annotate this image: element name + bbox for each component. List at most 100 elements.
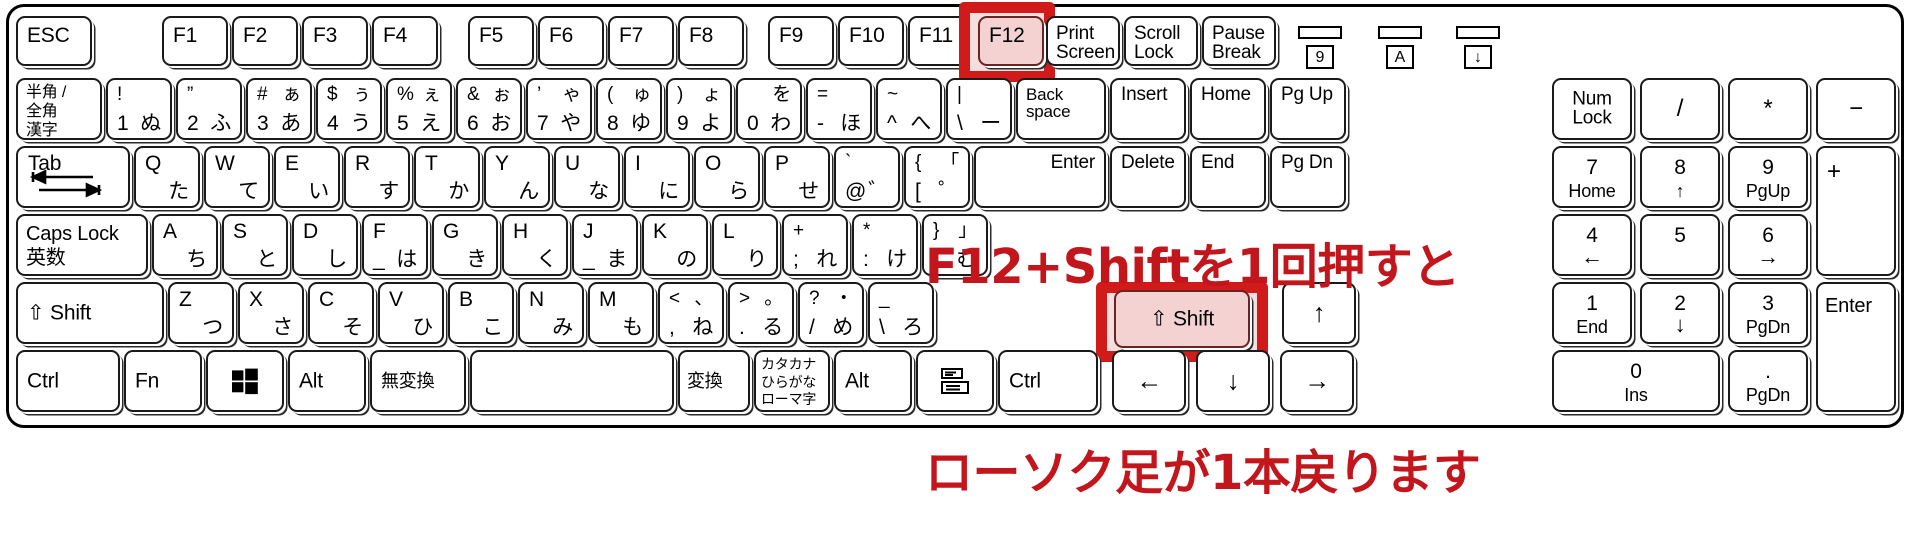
key-numpad-8-digit: 8 xyxy=(1674,156,1686,179)
key-num-lock[interactable]: Num Lock xyxy=(1552,78,1632,140)
key-alt-left[interactable]: Alt xyxy=(288,350,366,412)
key-semicolon[interactable]: + ; れ xyxy=(782,214,848,276)
key-numpad-9-digit: 9 xyxy=(1762,156,1774,179)
key-v[interactable]: Vひ xyxy=(378,282,444,344)
key-numpad-add[interactable]: + xyxy=(1816,146,1896,276)
key-3[interactable]: # ぁ 3 あ xyxy=(246,78,312,140)
key-f12[interactable]: F12 xyxy=(978,16,1044,66)
key-j[interactable]: J _ ま xyxy=(572,214,638,276)
key-alt-right[interactable]: Alt xyxy=(834,350,912,412)
key-f9[interactable]: F9 xyxy=(768,16,834,66)
key-numpad-2[interactable]: 2 ↓ xyxy=(1640,282,1720,344)
key-numpad-3[interactable]: 3 PgDn xyxy=(1728,282,1808,344)
key-o[interactable]: Oら xyxy=(694,146,760,208)
key-at[interactable]: ` @ ゛ xyxy=(834,146,900,208)
key-f[interactable]: F _ は xyxy=(362,214,428,276)
key-numpad-5[interactable]: 5 xyxy=(1640,214,1720,276)
key-l[interactable]: Lり xyxy=(712,214,778,276)
key-colon[interactable]: * : け xyxy=(852,214,918,276)
key-f8[interactable]: F8 xyxy=(678,16,744,66)
key-muhenkan[interactable]: 無変換 xyxy=(370,350,466,412)
key-f1[interactable]: F1 xyxy=(162,16,228,66)
key-8[interactable]: ( ゅ 8 ゆ xyxy=(596,78,662,140)
key-space[interactable] xyxy=(470,350,674,412)
key-caps-lock[interactable]: Caps Lock 英数 xyxy=(16,214,148,276)
key-s[interactable]: Sと xyxy=(222,214,288,276)
key-4[interactable]: $ ぅ 4 う xyxy=(316,78,382,140)
key-numpad-0[interactable]: 0 Ins xyxy=(1552,350,1720,412)
key-0[interactable]: を 0 わ xyxy=(736,78,802,140)
key-print-screen[interactable]: Print Screen xyxy=(1046,16,1120,66)
key-w[interactable]: Wて xyxy=(204,146,270,208)
key-henkan[interactable]: 変換 xyxy=(678,350,750,412)
key-7[interactable]: ’ ゃ 7 や xyxy=(526,78,592,140)
key-q[interactable]: Qた xyxy=(134,146,200,208)
key-g[interactable]: Gき xyxy=(432,214,498,276)
key-n-kana: み xyxy=(552,315,573,339)
key-fn[interactable]: Fn xyxy=(124,350,202,412)
key-ctrl-left-label: Ctrl xyxy=(27,369,59,393)
key-scroll-lock[interactable]: Scroll Lock xyxy=(1124,16,1198,66)
key-n[interactable]: Nみ xyxy=(518,282,584,344)
key-9-kana-shift: ょ xyxy=(702,84,721,105)
key-y[interactable]: Yん xyxy=(484,146,550,208)
key-ctrl-left[interactable]: Ctrl xyxy=(16,350,120,412)
key-katakana-hiragana[interactable]: カタカナ ひらがな ローマ字 xyxy=(754,350,830,412)
key-hankaku-zenkaku[interactable]: 半角 / 全角 漢字 xyxy=(16,78,102,140)
key-a[interactable]: Aち xyxy=(152,214,218,276)
key-numpad-decimal[interactable]: . PgDn xyxy=(1728,350,1808,412)
key-r[interactable]: Rす xyxy=(344,146,410,208)
key-9[interactable]: ) ょ 9 よ xyxy=(666,78,732,140)
key-pause-break[interactable]: Pause Break xyxy=(1202,16,1276,66)
key-0-kana-shift: を xyxy=(772,84,791,105)
key-1[interactable]: ! 1 ぬ xyxy=(106,78,172,140)
key-p-kana: せ xyxy=(798,179,819,203)
key-windows[interactable] xyxy=(206,350,284,412)
key-esc[interactable]: ESC xyxy=(16,16,92,66)
key-numpad-divide[interactable]: / xyxy=(1640,78,1720,140)
key-b[interactable]: Bこ xyxy=(448,282,514,344)
key-numpad-6[interactable]: 6 → xyxy=(1728,214,1808,276)
key-numpad-subtract[interactable]: − xyxy=(1816,78,1896,140)
key-numpad-9[interactable]: 9 PgUp xyxy=(1728,146,1808,208)
key-u[interactable]: Uな xyxy=(554,146,620,208)
key-numpad-4[interactable]: 4 ← xyxy=(1552,214,1632,276)
key-m[interactable]: Mも xyxy=(588,282,654,344)
key-6[interactable]: & ぉ 6 お xyxy=(456,78,522,140)
key-slash-base: / xyxy=(809,315,815,339)
key-2[interactable]: ” 2 ふ xyxy=(176,78,242,140)
key-tab[interactable]: Tab xyxy=(16,146,130,208)
key-z[interactable]: Zつ xyxy=(168,282,234,344)
key-comma[interactable]: < 、 , ね xyxy=(658,282,724,344)
key-k-letter: K xyxy=(653,220,667,243)
key-f4[interactable]: F4 xyxy=(372,16,438,66)
key-q-letter: Q xyxy=(145,152,162,175)
key-numpad-enter[interactable]: Enter xyxy=(1816,282,1896,412)
key-f3[interactable]: F3 xyxy=(302,16,368,66)
key-caret-base: ^ xyxy=(887,111,897,135)
key-5[interactable]: % ぇ 5 え xyxy=(386,78,452,140)
key-x[interactable]: Xさ xyxy=(238,282,304,344)
key-f2[interactable]: F2 xyxy=(232,16,298,66)
key-c[interactable]: Cそ xyxy=(308,282,374,344)
key-semicolon-base: ; xyxy=(793,247,799,271)
key-t[interactable]: Tか xyxy=(414,146,480,208)
key-h[interactable]: Hく xyxy=(502,214,568,276)
key-f6[interactable]: F6 xyxy=(538,16,604,66)
key-f7[interactable]: F7 xyxy=(608,16,674,66)
key-slash[interactable]: ? ・ / め xyxy=(798,282,864,344)
key-d[interactable]: Dし xyxy=(292,214,358,276)
key-numpad-8[interactable]: 8 ↑ xyxy=(1640,146,1720,208)
key-i[interactable]: Iに xyxy=(624,146,690,208)
key-minus[interactable]: = - ほ xyxy=(806,78,872,140)
key-e[interactable]: Eい xyxy=(274,146,340,208)
key-numpad-multiply[interactable]: * xyxy=(1728,78,1808,140)
key-k[interactable]: Kの xyxy=(642,214,708,276)
key-numpad-1[interactable]: 1 End xyxy=(1552,282,1632,344)
key-period[interactable]: > 。 . る xyxy=(728,282,794,344)
key-f5[interactable]: F5 xyxy=(468,16,534,66)
key-shift-left[interactable]: ⇧ Shift xyxy=(16,282,164,344)
key-f10[interactable]: F10 xyxy=(838,16,904,66)
key-p[interactable]: Pせ xyxy=(764,146,830,208)
key-numpad-7[interactable]: 7 Home xyxy=(1552,146,1632,208)
